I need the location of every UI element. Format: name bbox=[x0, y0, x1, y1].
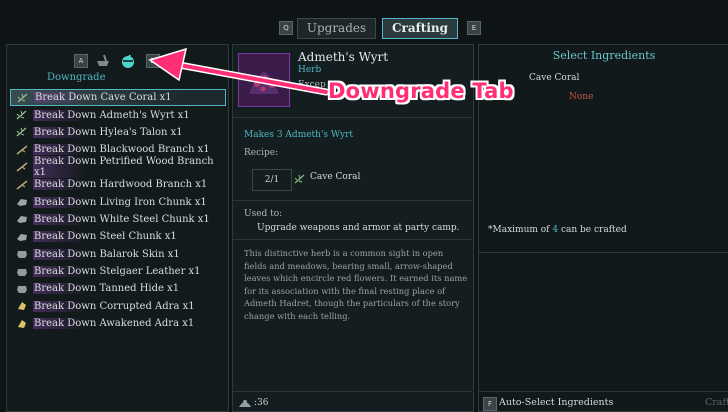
annotation-label: Downgrade Tab bbox=[328, 79, 514, 103]
annotation-arrow bbox=[148, 47, 330, 96]
